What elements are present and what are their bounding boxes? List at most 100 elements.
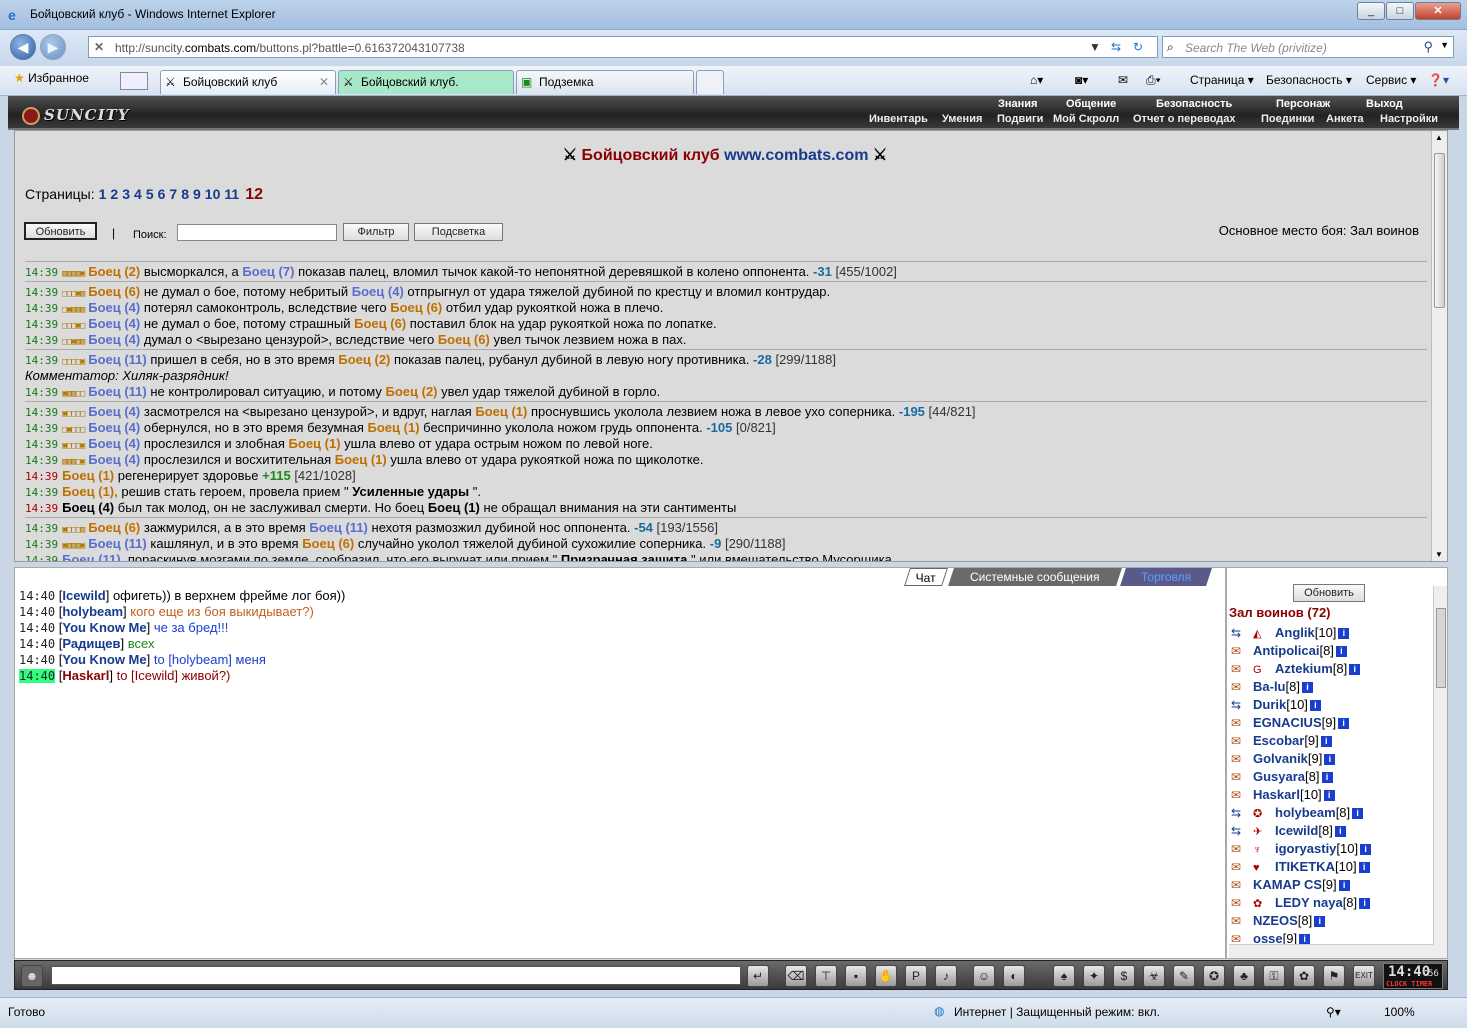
site-link[interactable]: www.combats.com bbox=[724, 147, 868, 164]
help-icon[interactable]: ❓▾ bbox=[1428, 73, 1449, 87]
new-tab-button[interactable] bbox=[696, 70, 724, 94]
forward-button[interactable]: ▶ bbox=[40, 34, 66, 60]
address-bar[interactable]: ✕ http://suncity.combats.com/buttons.pl?… bbox=[88, 36, 1158, 58]
private-icon[interactable]: P bbox=[905, 965, 927, 987]
eraser-icon[interactable]: ⌫ bbox=[785, 965, 807, 987]
user-name[interactable]: Golvanik bbox=[1253, 751, 1308, 766]
refresh-icon[interactable]: ↻ bbox=[1133, 38, 1143, 56]
menu-communication[interactable]: Общение bbox=[1066, 98, 1116, 110]
save-icon[interactable]: ▪ bbox=[845, 965, 867, 987]
user-name[interactable]: Icewild bbox=[1275, 823, 1318, 838]
user-private-icon[interactable]: ✉ bbox=[1231, 858, 1253, 876]
page-link[interactable]: 6 bbox=[158, 186, 166, 202]
page-link[interactable]: 1 bbox=[99, 186, 107, 202]
user-name[interactable]: holybeam bbox=[1275, 805, 1336, 820]
smile-icon[interactable]: ☺ bbox=[973, 965, 995, 987]
address-dropdown-icon[interactable]: ▼ bbox=[1089, 38, 1101, 56]
user-in-chat-icon[interactable]: ⇆ bbox=[1231, 696, 1253, 714]
tab-trade[interactable]: Торговля bbox=[1120, 568, 1212, 586]
filter-button[interactable]: Фильтр bbox=[343, 223, 409, 241]
info-icon[interactable]: i bbox=[1321, 772, 1333, 784]
chat-head-icon[interactable]: ☻ bbox=[21, 965, 43, 987]
page-link[interactable]: 10 bbox=[205, 186, 221, 202]
info-icon[interactable]: i bbox=[1349, 664, 1361, 676]
clan-badge-icon[interactable]: ✿ bbox=[1253, 895, 1275, 913]
menu-my-scroll[interactable]: Мой Скролл bbox=[1053, 113, 1119, 125]
favorites-button[interactable]: ★ Избранное bbox=[14, 71, 89, 85]
filter-icon[interactable]: ⊤ bbox=[815, 965, 837, 987]
mail-icon[interactable]: ✉ bbox=[1118, 73, 1128, 87]
scroll-icon[interactable]: ✎ bbox=[1173, 965, 1195, 987]
tab-combats-1[interactable]: ⚔ Бойцовский клуб ✕ bbox=[160, 70, 336, 94]
flag-icon[interactable]: ⚑ bbox=[1323, 965, 1345, 987]
chat-nick[interactable]: Icewild bbox=[62, 588, 105, 603]
menu-transfer-report[interactable]: Отчет о переводах bbox=[1133, 113, 1236, 125]
chat-nick[interactable]: Haskarl bbox=[62, 668, 109, 683]
helmet-icon[interactable]: ◐ bbox=[1003, 965, 1025, 987]
user-name[interactable]: KAMAP CS bbox=[1253, 877, 1322, 892]
security-zone[interactable]: Интернет | Защищенный режим: вкл. bbox=[954, 1005, 1160, 1019]
scroll-down-icon[interactable]: ▼ bbox=[1435, 550, 1443, 559]
tab-podzemka[interactable]: ▣ Подземка bbox=[516, 70, 694, 94]
user-private-icon[interactable]: ✉ bbox=[1231, 786, 1253, 804]
sound-icon[interactable]: ♪ bbox=[935, 965, 957, 987]
scroll-up-icon[interactable]: ▲ bbox=[1435, 133, 1443, 142]
paw-icon[interactable]: ✿ bbox=[1293, 965, 1315, 987]
menu-skills[interactable]: Умения bbox=[942, 113, 982, 125]
tools-menu[interactable]: Сервис ▾ bbox=[1366, 73, 1416, 87]
user-private-icon[interactable]: ✉ bbox=[1231, 678, 1253, 696]
tab-system-messages[interactable]: Системные сообщения bbox=[948, 568, 1122, 586]
tab-combats-2[interactable]: ⚔ Бойцовский клуб. bbox=[338, 70, 514, 94]
info-icon[interactable]: i bbox=[1320, 736, 1332, 748]
clan-badge-icon[interactable]: ◭ bbox=[1253, 625, 1275, 643]
user-in-chat-icon[interactable]: ⇆ bbox=[1231, 822, 1253, 840]
user-private-icon[interactable]: ✉ bbox=[1231, 642, 1253, 660]
scroll-thumb[interactable] bbox=[1434, 153, 1445, 308]
chat-nick[interactable]: You Know Me bbox=[62, 652, 146, 667]
page-link[interactable]: 2 bbox=[110, 186, 118, 202]
chat-time[interactable]: 14:40 bbox=[19, 589, 55, 603]
info-icon[interactable]: i bbox=[1338, 628, 1350, 640]
user-name[interactable]: LEDY naya bbox=[1275, 895, 1343, 910]
info-icon[interactable]: i bbox=[1352, 808, 1364, 820]
info-icon[interactable]: i bbox=[1360, 844, 1372, 856]
user-name[interactable]: Anglik bbox=[1275, 625, 1315, 640]
search-dropdown-icon[interactable]: ▼ bbox=[1440, 40, 1449, 50]
userlist-hscrollbar[interactable] bbox=[1229, 944, 1434, 958]
maximize-button[interactable]: □ bbox=[1386, 2, 1414, 20]
info-icon[interactable]: i bbox=[1338, 880, 1350, 892]
magic-icon[interactable]: ✦ bbox=[1083, 965, 1105, 987]
menu-inventory[interactable]: Инвентарь bbox=[869, 113, 928, 125]
map-icon[interactable]: ✪ bbox=[1203, 965, 1225, 987]
clan-badge-icon[interactable]: ✪ bbox=[1253, 805, 1275, 823]
info-icon[interactable]: i bbox=[1335, 646, 1347, 658]
highlight-button[interactable]: Подсветка bbox=[414, 223, 503, 241]
user-private-icon[interactable]: ✉ bbox=[1231, 750, 1253, 768]
clan-icon[interactable]: ♣ bbox=[1233, 965, 1255, 987]
log-scrollbar[interactable]: ▲ ▼ bbox=[1431, 131, 1447, 561]
user-private-icon[interactable]: ✉ bbox=[1231, 876, 1253, 894]
lock-icon[interactable]: ⚿ bbox=[1263, 965, 1285, 987]
info-icon[interactable]: i bbox=[1314, 916, 1326, 928]
chat-time[interactable]: 14:40 bbox=[19, 637, 55, 651]
clan-badge-icon[interactable]: ♥ bbox=[1253, 859, 1275, 877]
userlist-scrollbar[interactable] bbox=[1433, 586, 1447, 958]
send-icon[interactable]: ↵ bbox=[747, 965, 769, 987]
refresh-button[interactable]: Обновить bbox=[24, 222, 97, 240]
page-link[interactable]: 3 bbox=[122, 186, 130, 202]
info-icon[interactable]: i bbox=[1309, 700, 1321, 712]
chat-nick[interactable]: Радищев bbox=[62, 636, 120, 651]
user-in-chat-icon[interactable]: ⇆ bbox=[1231, 624, 1253, 642]
chat-time[interactable]: 14:40 bbox=[19, 621, 55, 635]
bag-icon[interactable]: ♠ bbox=[1053, 965, 1075, 987]
info-icon[interactable]: i bbox=[1358, 862, 1370, 874]
web-search-box[interactable]: ⌕ Search The Web (privitize) ⚲ ▼ bbox=[1162, 36, 1454, 58]
page-link[interactable]: 7 bbox=[169, 186, 177, 202]
menu-profile[interactable]: Анкета bbox=[1326, 113, 1364, 125]
page-menu[interactable]: Страница ▾ bbox=[1190, 73, 1254, 87]
user-name[interactable]: igoryastiy bbox=[1275, 841, 1336, 856]
user-name[interactable]: Durik bbox=[1253, 697, 1286, 712]
zoom-icon[interactable]: ⚲▾ bbox=[1326, 1005, 1341, 1019]
search-icon[interactable]: ⚲ bbox=[1423, 39, 1433, 55]
user-private-icon[interactable]: ✉ bbox=[1231, 660, 1253, 678]
